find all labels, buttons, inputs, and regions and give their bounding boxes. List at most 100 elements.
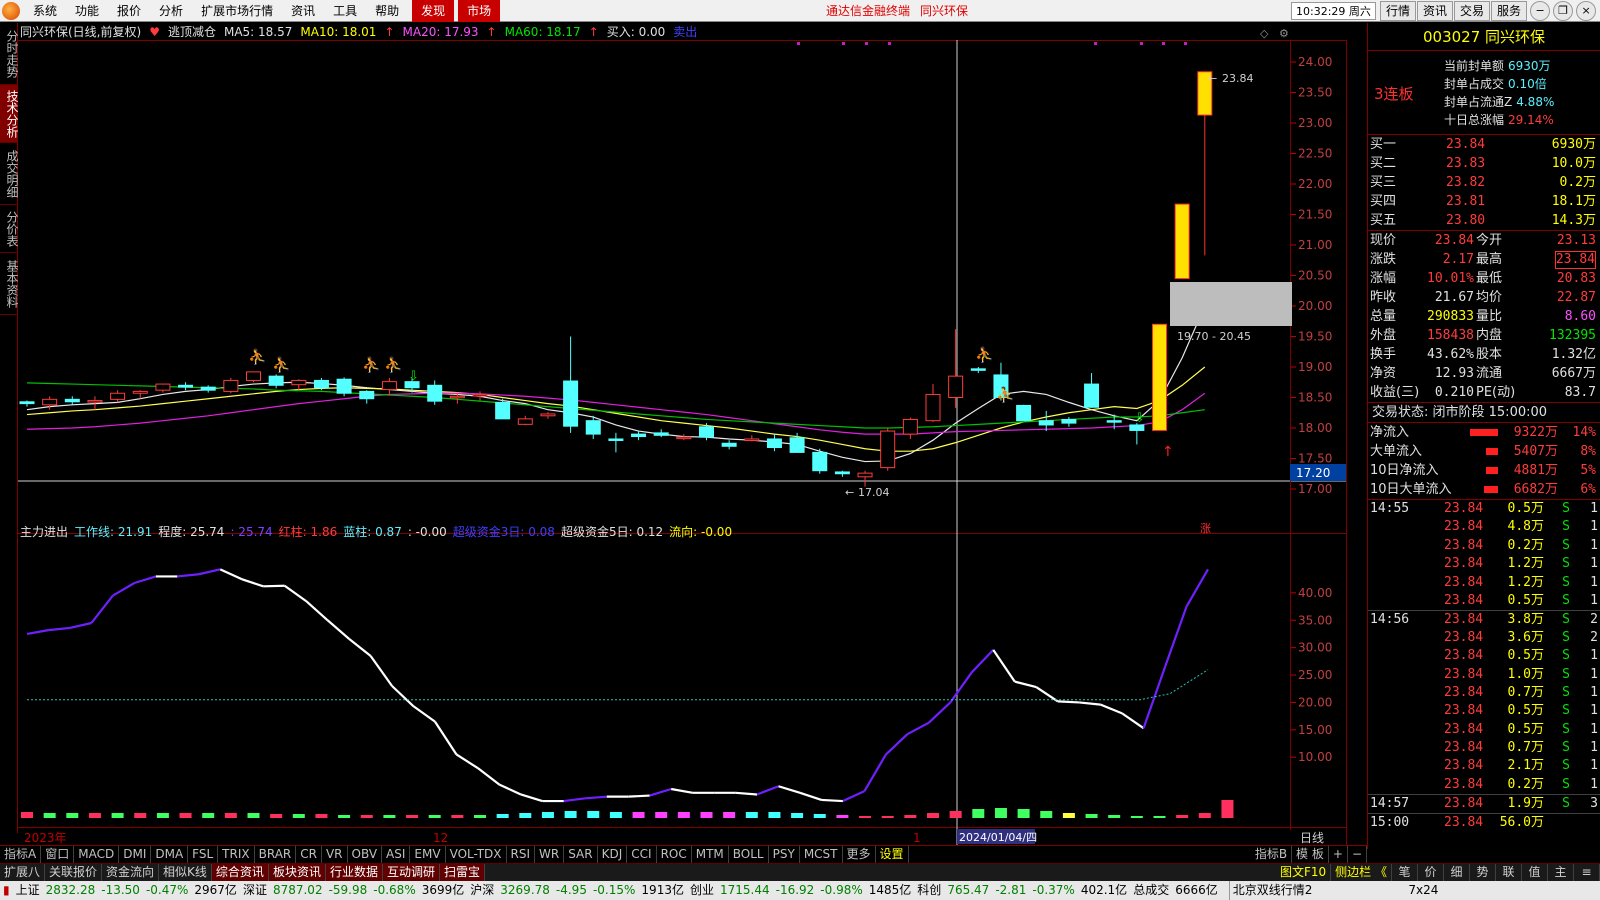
indicator-right-1[interactable]: 模 板: [1292, 846, 1329, 863]
indicator-tab-0[interactable]: 指标A: [0, 846, 42, 863]
index-name[interactable]: 科创: [914, 881, 944, 900]
menu-analysis[interactable]: 分析: [150, 0, 192, 22]
menu-discover[interactable]: 发现: [412, 0, 455, 22]
indicator-tab-17[interactable]: KDJ: [598, 846, 628, 863]
indicator-tab-16[interactable]: SAR: [564, 846, 598, 863]
minimize-icon[interactable]: −: [1530, 1, 1551, 21]
menu-help[interactable]: 帮助: [366, 0, 408, 22]
seal-row: 封单占流通Z 4.88%: [1444, 93, 1599, 111]
indicator-tab-9[interactable]: VR: [322, 846, 348, 863]
candle: [246, 371, 261, 383]
indicator-tab-20[interactable]: MTM: [692, 846, 729, 863]
indicator-tab-13[interactable]: VOL-TDX: [446, 846, 507, 863]
service-time-label[interactable]: 7x24: [1405, 881, 1441, 900]
function-right-6[interactable]: 联: [1496, 864, 1522, 881]
sub-line-segment: [863, 753, 887, 792]
menu-tools[interactable]: 工具: [324, 0, 366, 22]
chart-title[interactable]: 同兴环保(日线,前复权): [20, 24, 141, 40]
indicator-tab-19[interactable]: ROC: [657, 846, 692, 863]
indicator-tab-6[interactable]: TRIX: [218, 846, 255, 863]
menu-extended-market[interactable]: 扩展市场行情: [192, 0, 282, 22]
function-right-4[interactable]: 细: [1444, 864, 1470, 881]
axis-separator: [1290, 40, 1291, 830]
function-tab-1[interactable]: 关联报价: [45, 864, 103, 881]
stock-title[interactable]: 同兴环保: [920, 0, 968, 22]
function-right-8[interactable]: 主: [1548, 864, 1574, 881]
quote-button[interactable]: 行情: [1380, 1, 1417, 21]
menu-system[interactable]: 系统: [24, 0, 66, 22]
function-right-2[interactable]: 笔: [1392, 864, 1418, 881]
index-name[interactable]: 沪深: [467, 881, 497, 900]
function-tab-8[interactable]: 扫雷宝: [439, 864, 485, 881]
function-right-3[interactable]: 价: [1418, 864, 1444, 881]
sub-bar: [813, 814, 826, 818]
function-right-7[interactable]: 值: [1522, 864, 1548, 881]
server-label[interactable]: 北京双线行情2: [1228, 881, 1316, 900]
indicator-name[interactable]: 逃顶减仓: [168, 24, 216, 40]
function-tab-4[interactable]: 综合资讯: [211, 864, 269, 881]
lianban-label: 3连板: [1374, 85, 1414, 103]
function-right-5[interactable]: 势: [1470, 864, 1496, 881]
menu-news[interactable]: 资讯: [282, 0, 324, 22]
index-name[interactable]: 深证: [240, 881, 270, 900]
menu-market[interactable]: 市场: [458, 0, 501, 22]
indicator-tab-1[interactable]: 窗口: [41, 846, 75, 863]
function-tab-0[interactable]: 扩展八: [0, 864, 46, 881]
function-right-1[interactable]: 侧边栏 《: [1331, 864, 1392, 881]
indicator-tab-21[interactable]: BOLL: [729, 846, 769, 863]
function-tab-7[interactable]: 互动调研: [382, 864, 440, 881]
indicator-tab-12[interactable]: EMV: [410, 846, 446, 863]
restore-icon[interactable]: ❐: [1553, 1, 1574, 21]
news-button[interactable]: 资讯: [1417, 1, 1454, 21]
chart-settings-icon[interactable]: ⚙: [1279, 27, 1289, 40]
indicator-tab-2[interactable]: MACD: [74, 846, 120, 863]
function-tab-3[interactable]: 相似K线: [159, 864, 212, 881]
indicator-tab-11[interactable]: ASI: [382, 846, 411, 863]
stat-value: 21.67: [1434, 290, 1474, 305]
indicator-tab-5[interactable]: FSL: [188, 846, 219, 863]
service-button[interactable]: 服务: [1491, 1, 1528, 21]
function-right-0[interactable]: 图文F10: [1276, 864, 1332, 881]
stat-label: 涨幅: [1370, 271, 1397, 286]
period-label[interactable]: 日线: [1300, 831, 1324, 845]
stock-code-name[interactable]: 003027 同兴环保: [1368, 23, 1600, 51]
indicator-tab-24[interactable]: 更多: [843, 846, 876, 863]
indicator-tab-7[interactable]: BRAR: [255, 846, 297, 863]
menu-function[interactable]: 功能: [66, 0, 108, 22]
function-tab-6[interactable]: 行业数据: [325, 864, 383, 881]
sub-indicator-name[interactable]: 主力进出: [20, 524, 68, 540]
index-name[interactable]: 创业: [687, 881, 717, 900]
menu-quote[interactable]: 报价: [108, 0, 150, 22]
indicator-tab-15[interactable]: WR: [535, 846, 565, 863]
indicator-right-3[interactable]: −: [1348, 846, 1367, 863]
ma20-label: MA20: 17.93: [402, 25, 479, 39]
tick-price: 23.84: [1444, 703, 1484, 719]
tick-row: 23.84 1.0万 S 1: [1368, 666, 1600, 684]
stat-label: 最高: [1476, 252, 1503, 267]
close-icon[interactable]: ×: [1576, 1, 1597, 21]
tick-volume: 0.7万: [1507, 684, 1544, 700]
kline-chart[interactable]: 24.00 23.50 23.00 22.50 22.00 21.50 21.00 20.50…: [0, 22, 1367, 867]
function-right-9[interactable]: ≡: [1574, 864, 1600, 881]
indicator-right-2[interactable]: +: [1329, 846, 1348, 863]
indicator-right-0[interactable]: 指标B: [1251, 846, 1293, 863]
stat-row: 总量 290833 量比 8.60: [1368, 307, 1600, 326]
indicator-tab-23[interactable]: MCST: [800, 846, 843, 863]
index-amount: 1485亿: [868, 883, 912, 897]
indicator-tab-4[interactable]: DMA: [151, 846, 189, 863]
terminal-title[interactable]: 通达信金融终端: [826, 0, 910, 22]
indicator-tab-18[interactable]: CCI: [627, 846, 657, 863]
indicator-tab-10[interactable]: OBV: [348, 846, 383, 863]
indicator-tab-8[interactable]: CR: [296, 846, 322, 863]
stat-value: 1.32亿: [1551, 347, 1596, 362]
indicator-tab-22[interactable]: PSY: [769, 846, 800, 863]
diamond-icon[interactable]: ◇: [1260, 27, 1269, 40]
indicator-tab-14[interactable]: RSI: [507, 846, 536, 863]
function-tab-2[interactable]: 资金流向: [102, 864, 160, 881]
degree-label: 程度: 25.74: [158, 525, 225, 539]
trade-button[interactable]: 交易: [1454, 1, 1491, 21]
indicator-tab-25[interactable]: 设置: [876, 846, 909, 863]
function-tab-5[interactable]: 板块资讯: [268, 864, 326, 881]
index-name[interactable]: 上证: [13, 881, 43, 900]
indicator-tab-3[interactable]: DMI: [119, 846, 152, 863]
